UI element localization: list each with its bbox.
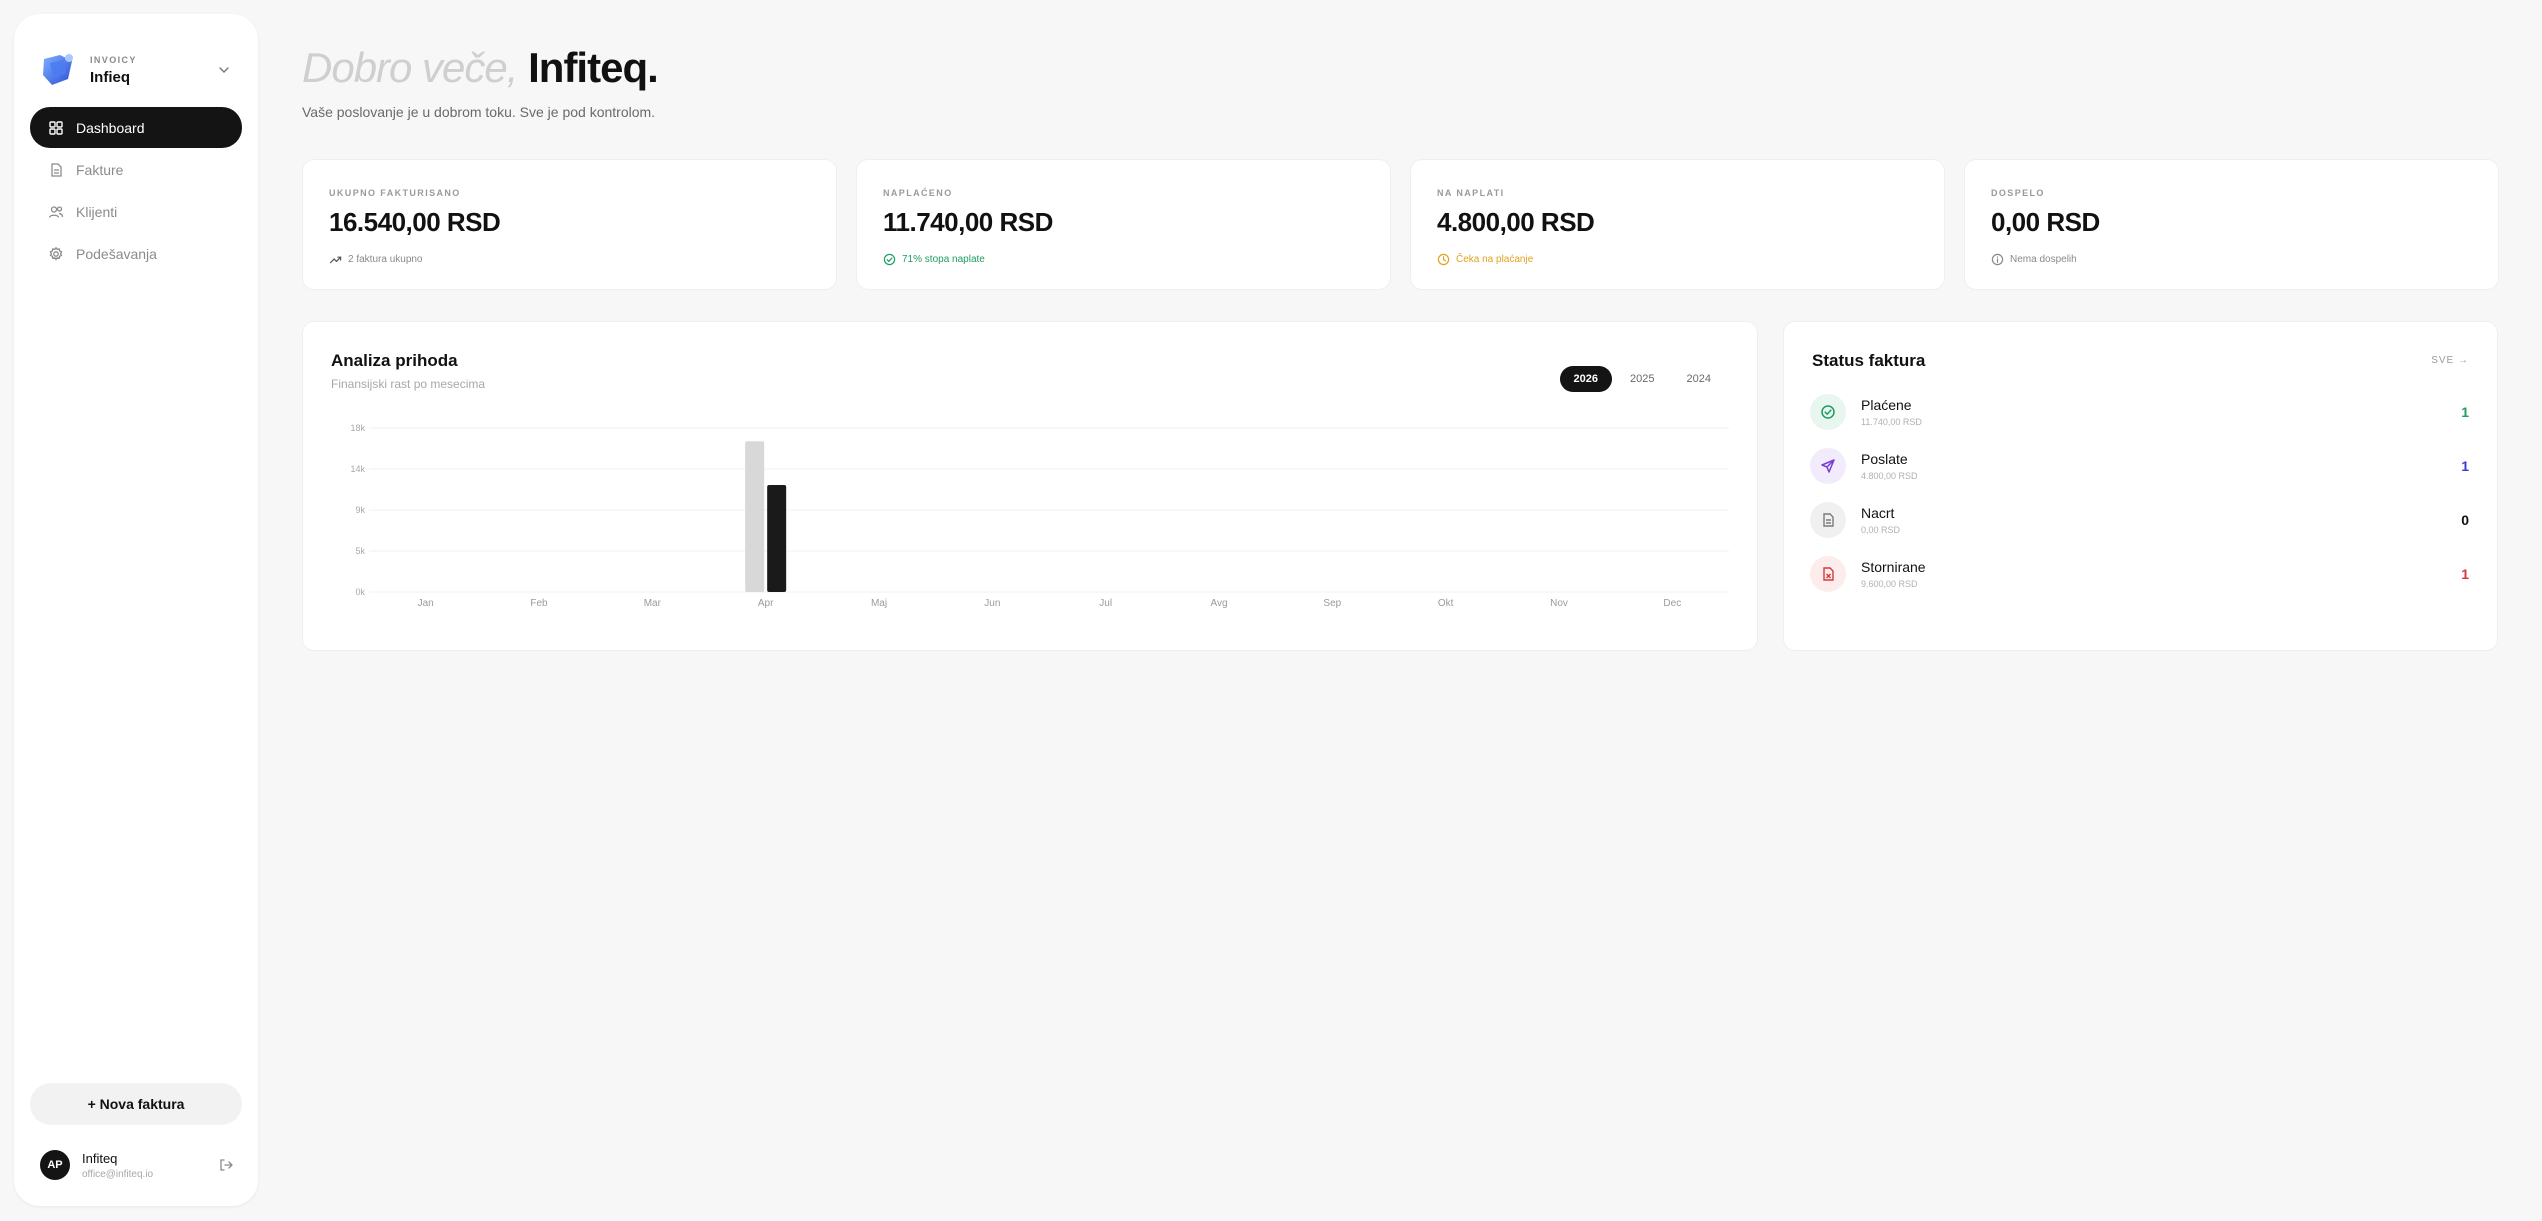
kpi-note: Čeka na plaćanje (1437, 253, 1533, 266)
kpi-value: 0,00 RSD (1991, 207, 2100, 237)
invoice-status-panel: Status faktura SVE → Plaćene 11.740,00 R… (1783, 321, 2498, 651)
users-icon (48, 204, 64, 220)
x-tick-label: Sep (1323, 598, 1341, 609)
view-all-link[interactable]: SVE → (2431, 355, 2469, 366)
kpi-note: 2 faktura ukupno (329, 253, 423, 266)
x-tick-label: Apr (758, 598, 774, 609)
nav-item-podesavanja[interactable]: Podešavanja (30, 233, 242, 274)
status-row-draft[interactable]: Nacrt 0,00 RSD 0 (1810, 500, 2469, 540)
status-name: Plaćene (1861, 397, 1912, 413)
user-name: Infiteq (82, 1150, 118, 1166)
x-tick-label: Okt (1438, 598, 1454, 609)
kpi-note-text: 2 faktura ukupno (348, 254, 423, 265)
status-amount: 11.740,00 RSD (1861, 417, 1922, 427)
x-tick-label: Dec (1663, 598, 1681, 609)
kpi-card-outstanding: NA NAPLATI 4.800,00 RSD Čeka na plaćanje (1410, 159, 1945, 290)
kpi-value: 16.540,00 RSD (329, 207, 501, 237)
x-tick-label: Mar (644, 598, 662, 609)
avatar: AP (40, 1150, 70, 1180)
revenue-chart-panel: Analiza prihoda Finansijski rast po mese… (302, 321, 1758, 651)
kpi-note-text: 71% stopa naplate (902, 254, 985, 265)
document-icon (1810, 502, 1846, 538)
dashboard-icon (48, 120, 64, 136)
kpi-value: 11.740,00 RSD (883, 207, 1053, 237)
brand-logo-icon (38, 49, 80, 91)
status-title: Status faktura (1812, 351, 1926, 370)
new-invoice-button[interactable]: + Nova faktura (30, 1083, 242, 1125)
workspace-switcher[interactable]: INVOICY Infieq (38, 38, 234, 102)
status-amount: 0,00 RSD (1861, 525, 1901, 535)
page-title: Dobro veče, Infiteq. (302, 44, 659, 92)
workspace-name: Infieq (90, 68, 130, 86)
bar-apr-series-1 (745, 441, 765, 592)
nav-label: Klijenti (76, 203, 118, 220)
company-name: Infiteq. (528, 44, 659, 91)
check-circle-icon (1810, 394, 1846, 430)
page-subtitle: Vaše poslovanje je u dobrom toku. Sve je… (302, 104, 656, 120)
kpi-label: DOSPELO (1991, 188, 2045, 198)
nav-label: Dashboard (76, 119, 145, 136)
file-x-icon (1810, 556, 1846, 592)
status-amount: 9.600,00 RSD (1861, 579, 1918, 589)
kpi-note-text: Čeka na plaćanje (1456, 254, 1534, 265)
kpi-card-total-invoiced: UKUPNO FAKTURISANO 16.540,00 RSD 2 faktu… (302, 159, 837, 290)
nav-item-dashboard[interactable]: Dashboard (30, 107, 242, 148)
clock-icon (1437, 253, 1450, 266)
kpi-note: 71% stopa naplate (883, 253, 985, 266)
info-circle-icon (1991, 253, 2004, 266)
status-count: 0 (2461, 512, 2469, 528)
greeting-text: Dobro veče, (302, 44, 518, 91)
nav-item-klijenti[interactable]: Klijenti (30, 191, 242, 232)
status-count: 1 (2461, 404, 2469, 420)
x-tick-label: Avg (1210, 598, 1227, 609)
brand-kicker: INVOICY (90, 54, 137, 65)
status-row-cancelled[interactable]: Stornirane 9.600,00 RSD 1 (1810, 554, 2469, 594)
kpi-card-overdue: DOSPELO 0,00 RSD Nema dospelih (1964, 159, 2499, 290)
x-tick-label: Maj (871, 598, 887, 609)
document-icon (48, 162, 64, 178)
x-tick-label: Jul (1099, 598, 1112, 609)
main-nav: Dashboard Fakture Klijenti Podešavanja (30, 107, 242, 275)
send-icon (1810, 448, 1846, 484)
status-name: Poslate (1861, 451, 1908, 467)
status-name: Nacrt (1861, 505, 1895, 521)
nav-label: Podešavanja (76, 245, 157, 262)
sidebar: INVOICY Infieq Dashboard Fakture Klijent… (14, 14, 258, 1206)
check-circle-icon (883, 253, 896, 266)
logout-icon[interactable] (218, 1157, 234, 1173)
status-amount: 4.800,00 RSD (1861, 471, 1918, 481)
kpi-label: NA NAPLATI (1437, 188, 1505, 198)
y-tick-label: 18k (350, 423, 365, 433)
x-tick-label: Nov (1550, 598, 1568, 609)
kpi-card-collected: NAPLAĆENO 11.740,00 RSD 71% stopa naplat… (856, 159, 1391, 290)
kpi-value: 4.800,00 RSD (1437, 207, 1595, 237)
kpi-note-text: Nema dospelih (2010, 254, 2077, 265)
status-row-paid[interactable]: Plaćene 11.740,00 RSD 1 (1810, 392, 2469, 432)
chevron-down-icon[interactable] (216, 62, 232, 78)
x-tick-label: Jan (418, 598, 434, 609)
kpi-label: UKUPNO FAKTURISANO (329, 188, 461, 198)
user-profile: AP Infiteq office@infiteq.io (40, 1145, 234, 1185)
revenue-bar-chart: 0k 5k 9k 14k 18k Jan Feb Mar Apr Maj Jun Jul Avg Sep O… (350, 423, 1729, 609)
y-tick-label: 5k (355, 546, 365, 556)
nav-item-fakture[interactable]: Fakture (30, 149, 242, 190)
x-tick-label: Feb (530, 598, 548, 609)
y-tick-label: 9k (355, 505, 365, 515)
kpi-note: Nema dospelih (1991, 253, 2077, 266)
y-tick-label: 0k (355, 587, 365, 597)
nav-label: Fakture (76, 161, 124, 178)
bar-apr-series-2 (767, 485, 787, 592)
status-name: Stornirane (1861, 559, 1926, 575)
trend-up-icon (329, 256, 342, 264)
kpi-label: NAPLAĆENO (883, 188, 953, 198)
user-email: office@infiteq.io (82, 1168, 154, 1180)
gear-icon (48, 246, 64, 262)
y-tick-label: 14k (350, 464, 365, 474)
status-row-sent[interactable]: Poslate 4.800,00 RSD 1 (1810, 446, 2469, 486)
status-count: 1 (2461, 566, 2469, 582)
status-count: 1 (2461, 458, 2469, 474)
x-tick-label: Jun (984, 598, 1000, 609)
